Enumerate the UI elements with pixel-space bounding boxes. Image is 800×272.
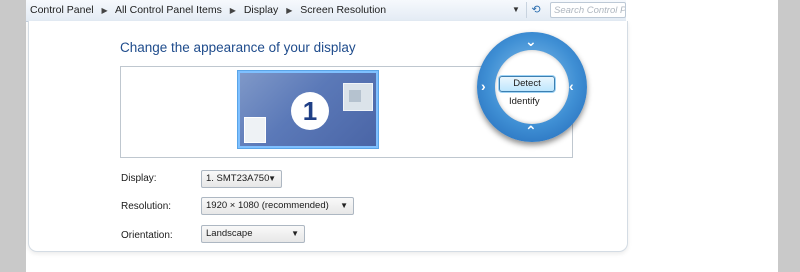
search-input[interactable]: Search Control P — [550, 2, 626, 18]
zoom-lens: Detect Identify — [495, 50, 569, 124]
display-select[interactable]: 1. SMT23A750 ▼ — [201, 170, 282, 188]
display-select-value: 1. SMT23A750 — [206, 173, 270, 184]
monitor-number-badge: 1 — [291, 92, 329, 130]
breadcrumb-all-items[interactable]: All Control Panel Items — [115, 4, 222, 16]
breadcrumb-screen-resolution[interactable]: Screen Resolution — [300, 4, 386, 16]
resolution-label: Resolution: — [121, 201, 172, 212]
chevron-down-icon: ▼ — [340, 201, 348, 210]
chevron-up-icon: ⌃ — [525, 123, 537, 139]
zoom-callout: ⌄ ⌃ › ‹ Detect Identify — [477, 32, 587, 142]
monitor-1-tile[interactable]: 1 — [238, 71, 378, 148]
address-bar[interactable]: Control Panel ▶ All Control Panel Items … — [26, 0, 626, 22]
breadcrumb-display[interactable]: Display — [244, 4, 278, 16]
chevron-down-icon: ▼ — [291, 229, 299, 238]
breadcrumb: Control Panel ▶ All Control Panel Items … — [30, 4, 386, 16]
chevron-right-icon[interactable]: ▶ — [225, 6, 241, 15]
monitor-number: 1 — [302, 96, 318, 126]
orientation-label: Orientation: — [121, 230, 173, 241]
chevron-left-icon: ‹ — [569, 78, 574, 94]
breadcrumb-control-panel[interactable]: Control Panel — [30, 4, 94, 16]
chevron-down-icon[interactable]: ▼ — [512, 5, 520, 14]
detect-button[interactable]: Detect — [499, 76, 555, 92]
desktop-strip — [778, 0, 800, 272]
identify-button[interactable]: Identify — [509, 96, 540, 107]
orientation-select[interactable]: Landscape ▼ — [201, 225, 305, 243]
chevron-right-icon: › — [481, 78, 486, 94]
resolution-select[interactable]: 1920 × 1080 (recommended) ▼ — [201, 197, 354, 215]
resolution-select-value: 1920 × 1080 (recommended) — [206, 200, 329, 211]
chevron-down-icon: ▼ — [268, 174, 276, 183]
orientation-select-value: Landscape — [206, 228, 253, 239]
chevron-right-icon[interactable]: ▶ — [97, 6, 113, 15]
window-thumbnail-icon — [343, 83, 373, 111]
display-label: Display: — [121, 173, 157, 184]
window-thumbnail-icon — [244, 117, 266, 143]
refresh-icon[interactable]: ⟲ — [526, 2, 545, 18]
chevron-right-icon[interactable]: ▶ — [281, 6, 297, 15]
chevron-down-icon: ⌄ — [525, 33, 537, 49]
page-title: Change the appearance of your display — [120, 40, 356, 55]
